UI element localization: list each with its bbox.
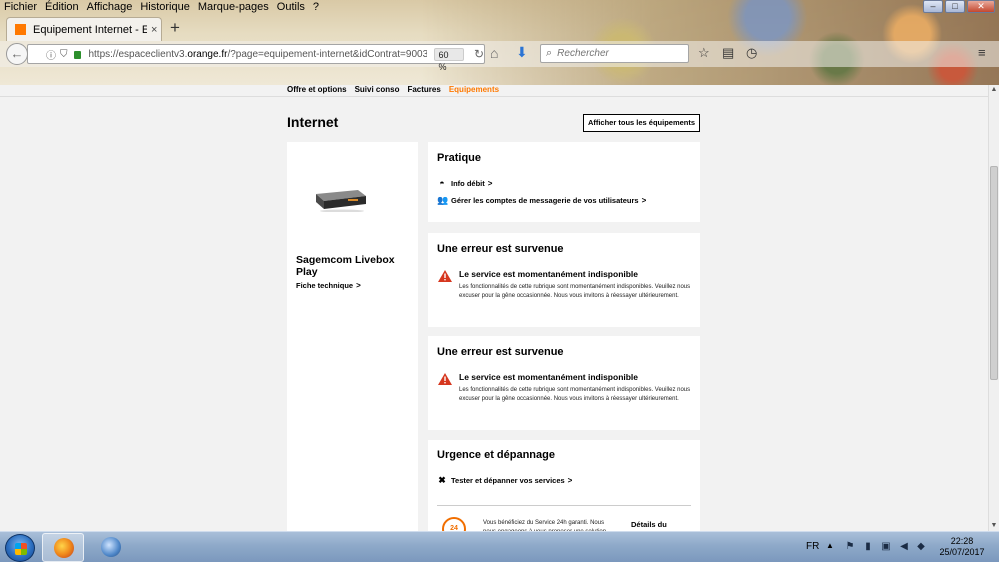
thunderbird-icon xyxy=(101,537,121,557)
show-all-equipment-button[interactable]: Afficher tous les équipements xyxy=(583,114,700,132)
close-window-button[interactable]: ✕ xyxy=(967,0,995,13)
messagerie-link[interactable]: 👥 Gérer les comptes de messagerie de vos… xyxy=(437,195,646,206)
taskbar-thunderbird[interactable] xyxy=(90,533,132,562)
chevron-right-icon: > xyxy=(356,281,361,290)
search-icon: ⌕ xyxy=(546,47,553,59)
chevron-right-icon: > xyxy=(487,178,493,188)
clipboard-icon[interactable]: ▤ xyxy=(722,45,734,61)
network-icon[interactable]: ▮ xyxy=(862,541,874,553)
firefox-icon xyxy=(54,538,74,558)
warning-icon xyxy=(438,373,452,385)
window-controls: – □ ✕ xyxy=(923,0,995,13)
shield-icon[interactable]: ⛉ xyxy=(60,49,68,60)
url-bar[interactable]: ⓘ ⛉ https://espaceclientv3.orange.fr/?pa… xyxy=(27,44,485,72)
info-debit-link[interactable]: ◓ Info débit > xyxy=(437,178,492,188)
users-icon: 👥 xyxy=(437,195,449,205)
minimize-button[interactable]: – xyxy=(923,0,943,13)
star-icon[interactable]: ☆ xyxy=(698,45,710,61)
service-24h-icon: 24 xyxy=(442,517,466,531)
search-input[interactable] xyxy=(557,48,678,59)
error-heading: Le service est momentanément indisponibl… xyxy=(459,372,639,382)
warning-icon xyxy=(438,270,452,282)
scrollbar-thumb[interactable] xyxy=(990,166,998,380)
reload-icon[interactable]: ↻ xyxy=(474,47,484,61)
scroll-down-arrow-icon[interactable]: ▼ xyxy=(989,521,999,531)
windows-taskbar: FR ▲ ⚑ ▮ ▣ ◀ ◆ 22:28 25/07/2017 xyxy=(0,531,999,562)
menu-bar: Fichier Édition Affichage Historique Mar… xyxy=(0,0,319,15)
back-arrow-icon[interactable]: ← xyxy=(6,43,28,65)
browser-chrome: Fichier Édition Affichage Historique Mar… xyxy=(0,0,999,85)
error-message: Les fonctionnalités de cette rubrique so… xyxy=(459,284,691,299)
hamburger-menu-icon[interactable]: ≡ xyxy=(978,45,986,60)
subnav-factures[interactable]: Factures xyxy=(407,85,440,94)
tools-icon: ✖ xyxy=(438,475,446,485)
error-card: Une erreur est survenue Le service est m… xyxy=(428,336,700,430)
app-tray-icon[interactable]: ◆ xyxy=(915,541,927,553)
menu-outils[interactable]: Outils xyxy=(277,0,305,15)
error-message: Les fonctionnalités de cette rubrique so… xyxy=(459,387,691,402)
scroll-up-arrow-icon[interactable]: ▲ xyxy=(989,85,999,95)
divider xyxy=(437,505,691,506)
language-indicator[interactable]: FR xyxy=(806,541,819,552)
url-domain: orange.fr xyxy=(187,48,228,60)
search-bar[interactable]: ⌕ xyxy=(540,44,689,63)
device-icon[interactable]: ▣ xyxy=(880,541,892,553)
sub-navigation: Offre et options Suivi conso Factures Eq… xyxy=(287,85,499,94)
zoom-level-badge[interactable]: 60 % xyxy=(433,47,464,72)
vertical-scrollbar[interactable]: ▲ ▼ xyxy=(988,85,999,531)
web-page: Offre et options Suivi conso Factures Eq… xyxy=(0,85,988,531)
windows-logo-icon xyxy=(15,543,27,555)
chevron-right-icon: > xyxy=(641,196,647,205)
chevron-right-icon: > xyxy=(567,476,573,485)
error-heading: Le service est momentanément indisponibl… xyxy=(459,269,639,279)
clock-date: 25/07/2017 xyxy=(939,547,985,557)
menu-historique[interactable]: Historique xyxy=(140,0,190,15)
clock-icon[interactable]: ◷ xyxy=(746,45,757,61)
error-title: Une erreur est survenue xyxy=(437,243,564,255)
tab-title: Equipement Internet - Espac xyxy=(33,23,147,36)
orange-favicon-icon xyxy=(15,24,26,35)
download-arrow-icon[interactable]: ⬇ xyxy=(516,44,528,61)
start-button[interactable] xyxy=(5,534,35,562)
pratique-title: Pratique xyxy=(437,152,482,164)
page-title: Internet xyxy=(287,114,339,130)
urgence-title: Urgence et dépannage xyxy=(437,449,555,461)
tester-depanner-link[interactable]: ✖ Tester et dépanner vos services > xyxy=(437,475,572,486)
menu-aide[interactable]: ? xyxy=(313,0,319,15)
home-icon[interactable]: ⌂ xyxy=(490,45,498,61)
pratique-card: Pratique ◓ Info débit > 👥 Gérer les compt… xyxy=(428,142,700,222)
menu-affichage[interactable]: Affichage xyxy=(87,0,133,15)
subnav-suivi-conso[interactable]: Suivi conso xyxy=(355,85,400,94)
livebox-device-image xyxy=(316,190,366,212)
menu-fichier[interactable]: Fichier xyxy=(4,0,37,15)
action-center-icon[interactable]: ⚑ xyxy=(844,541,856,553)
taskbar-firefox[interactable] xyxy=(42,533,84,562)
info-icon[interactable]: ⓘ xyxy=(46,47,56,62)
menu-marque-pages[interactable]: Marque-pages xyxy=(198,0,269,15)
maximize-button[interactable]: □ xyxy=(945,0,965,13)
urgence-card: Urgence et dépannage ✖ Tester et dépanne… xyxy=(428,440,700,531)
new-tab-button[interactable]: + xyxy=(170,19,180,37)
tab-close-icon[interactable]: × xyxy=(151,24,157,36)
volume-icon[interactable]: ◀ xyxy=(898,541,910,553)
error-card: Une erreur est survenue Le service est m… xyxy=(428,233,700,327)
browser-tab[interactable]: Equipement Internet - Espac × xyxy=(6,17,162,41)
show-hidden-icons-icon[interactable]: ▲ xyxy=(826,541,834,550)
system-clock[interactable]: 22:28 25/07/2017 xyxy=(936,536,988,558)
service-24h-text: Vous bénéficiez du Service 24h garanti. … xyxy=(483,520,606,531)
device-card: Sagemcom Livebox Play Fiche technique > xyxy=(287,142,418,531)
subnav-equipements[interactable]: Equipements xyxy=(449,85,499,94)
menu-edition[interactable]: Édition xyxy=(45,0,79,15)
speed-gauge-icon: ◓ xyxy=(439,178,445,188)
fiche-technique-link[interactable]: Fiche technique > xyxy=(296,281,361,290)
navigation-toolbar: ⓘ ⛉ https://espaceclientv3.orange.fr/?pa… xyxy=(0,41,999,72)
clock-time: 22:28 xyxy=(950,536,974,546)
url-text[interactable]: https://espaceclientv3.orange.fr/?page=e… xyxy=(88,49,426,60)
lock-icon[interactable] xyxy=(73,51,82,59)
divider xyxy=(0,96,988,97)
device-name: Sagemcom Livebox Play xyxy=(296,254,395,278)
service-details-link[interactable]: Détails du xyxy=(631,520,667,529)
subnav-offre[interactable]: Offre et options xyxy=(287,85,347,94)
error-title: Une erreur est survenue xyxy=(437,346,564,358)
